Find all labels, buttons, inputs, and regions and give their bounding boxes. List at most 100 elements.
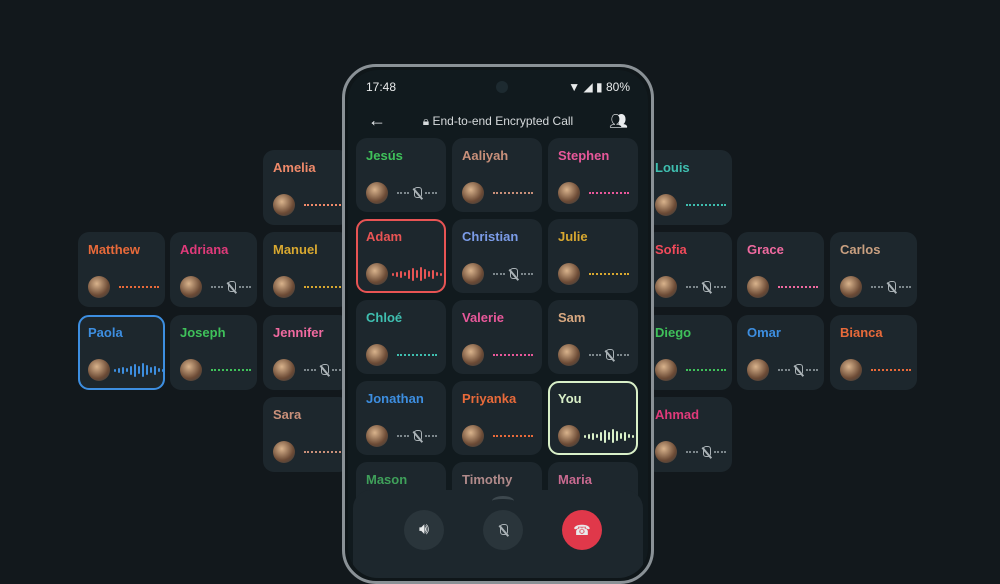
participant-name: Sara <box>273 407 302 422</box>
wave-bar <box>114 368 116 372</box>
participant-tile[interactable]: You <box>548 381 638 455</box>
clock: 17:48 <box>366 80 397 94</box>
mute-button[interactable] <box>483 510 523 550</box>
idle-line <box>397 435 409 437</box>
people-icon[interactable]: 👥︎ <box>609 112 628 130</box>
speaker-button[interactable]: 🔊︎ <box>404 510 444 550</box>
participant-tile[interactable]: Ahmad <box>645 397 732 472</box>
participant-tile[interactable]: Jesús <box>356 138 446 212</box>
avatar <box>462 182 484 204</box>
chevron-up-icon[interactable] <box>492 496 514 506</box>
participant-tile[interactable]: Priyanka <box>452 381 542 455</box>
participant-tile[interactable]: Diego <box>645 315 732 390</box>
wave-bar <box>412 267 414 281</box>
avatar <box>840 276 862 298</box>
participant-name: Timothy <box>462 472 513 487</box>
participant-tile[interactable]: Chloé <box>356 300 446 374</box>
battery-icon: ▮ <box>596 80 603 94</box>
idle-line <box>714 451 726 453</box>
participant-tile[interactable]: Christian <box>452 219 542 293</box>
participant-tile[interactable]: Carlos <box>830 232 917 307</box>
audio-idle-indicator <box>492 186 534 200</box>
mic-off-icon <box>793 363 803 377</box>
participant-name: Chloé <box>366 310 403 325</box>
participant-tile[interactable]: Adriana <box>170 232 257 307</box>
participant-tile[interactable]: Sara <box>263 397 350 472</box>
participant-tile[interactable]: Louis <box>645 150 732 225</box>
participant-name: Ahmad <box>655 407 700 422</box>
idle-line <box>425 192 437 194</box>
participant-tile[interactable]: Manuel <box>263 232 350 307</box>
participant-tile[interactable]: Paola <box>78 315 165 390</box>
idle-line <box>304 286 344 288</box>
idle-line <box>493 435 533 437</box>
audio-idle-indicator <box>303 445 345 459</box>
audio-idle-indicator <box>492 348 534 362</box>
mic-off-icon <box>701 280 711 294</box>
idle-line <box>425 435 437 437</box>
participant-tile[interactable]: Matthew <box>78 232 165 307</box>
participant-tile[interactable]: Julie <box>548 219 638 293</box>
participant-name: Omar <box>747 325 781 340</box>
participant-name: Joseph <box>180 325 226 340</box>
idle-line <box>304 369 316 371</box>
participant-tile[interactable]: Sam <box>548 300 638 374</box>
wave-bar <box>130 365 132 375</box>
audio-idle-indicator <box>303 280 345 294</box>
participant-tile[interactable]: Jonathan <box>356 381 446 455</box>
waveform <box>584 429 634 443</box>
idle-line <box>778 369 790 371</box>
muted-indicator <box>685 280 727 294</box>
battery-level: 80% <box>605 80 630 94</box>
avatar <box>366 344 388 366</box>
participant-name: Mason <box>366 472 408 487</box>
wave-bar <box>436 272 438 276</box>
participant-tile[interactable]: Joseph <box>170 315 257 390</box>
avatar <box>88 276 110 298</box>
wave-bar <box>612 429 614 443</box>
participant-name: Bianca <box>840 325 883 340</box>
participant-tile[interactable]: Stephen <box>548 138 638 212</box>
end-call-button[interactable]: ☎︎ <box>562 510 602 550</box>
participant-tile[interactable]: Bianca <box>830 315 917 390</box>
participant-tile[interactable]: Amelia <box>263 150 350 225</box>
participant-tile[interactable]: Jennifer <box>263 315 350 390</box>
participant-tile[interactable]: Adam <box>356 219 446 293</box>
participant-name: Christian <box>462 229 519 244</box>
idle-line <box>493 192 533 194</box>
avatar <box>273 359 295 381</box>
participant-name: Jonathan <box>366 391 424 406</box>
muted-indicator <box>210 280 252 294</box>
participant-tile[interactable]: Valerie <box>452 300 542 374</box>
participant-name: Priyanka <box>462 391 517 406</box>
participant-tile[interactable]: Sofia <box>645 232 732 307</box>
participant-name: Aaliyah <box>462 148 509 163</box>
mic-off-icon <box>604 348 614 362</box>
idle-line <box>239 286 251 288</box>
lock-icon: 🔒︎ <box>422 114 430 128</box>
mic-off-icon <box>226 280 236 294</box>
participant-tile[interactable]: Aaliyah <box>452 138 542 212</box>
avatar <box>747 359 769 381</box>
wave-bar <box>416 270 418 278</box>
speaking-waveform <box>584 429 634 443</box>
idle-line <box>617 354 629 356</box>
wave-bar <box>624 431 626 441</box>
wave-bar <box>392 272 394 276</box>
muted-indicator <box>396 186 438 200</box>
avatar <box>558 182 580 204</box>
avatar <box>273 441 295 463</box>
audio-idle-indicator <box>210 363 252 377</box>
idle-line <box>589 192 629 194</box>
wave-bar <box>408 269 410 279</box>
participant-tile[interactable]: Omar <box>737 315 824 390</box>
wave-bar <box>432 269 434 279</box>
muted-indicator <box>303 363 345 377</box>
audio-idle-indicator <box>396 348 438 362</box>
avatar <box>273 194 295 216</box>
avatar <box>655 359 677 381</box>
participant-tile[interactable]: Grace <box>737 232 824 307</box>
wave-bar <box>424 269 426 279</box>
audio-idle-indicator <box>588 186 630 200</box>
wave-bar <box>118 367 120 373</box>
